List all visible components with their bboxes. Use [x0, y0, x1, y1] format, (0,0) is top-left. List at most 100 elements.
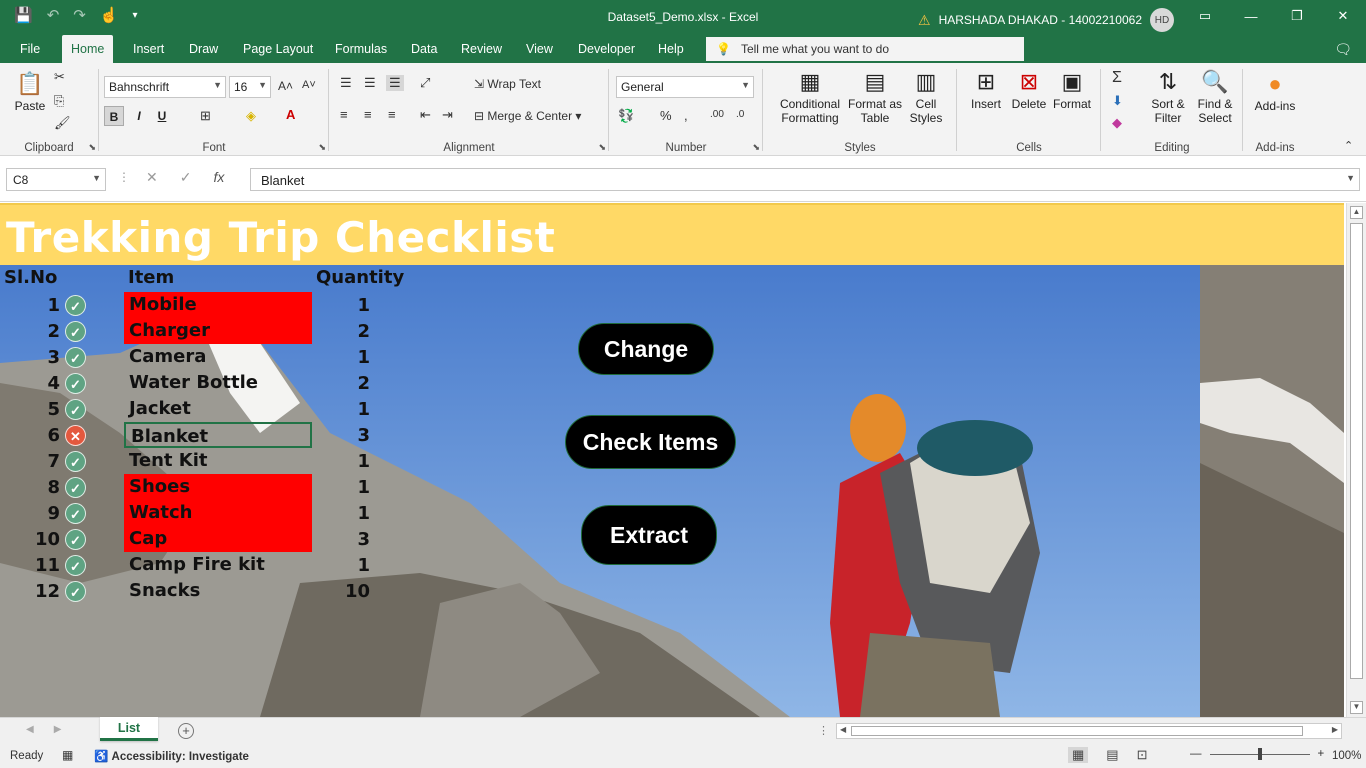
tab-view[interactable]: View	[517, 35, 562, 63]
normal-view-icon[interactable]: ▦	[1068, 747, 1089, 763]
number-format-select[interactable]: General ▼	[616, 76, 754, 98]
collapse-ribbon-icon[interactable]: ⌃	[1344, 139, 1353, 152]
delete-cells-button[interactable]: ⊠ Delete	[1008, 69, 1050, 111]
quantity-cell[interactable]: 1	[320, 477, 370, 498]
tab-developer[interactable]: Developer	[569, 35, 644, 63]
fill-icon[interactable]: ⬇	[1112, 93, 1123, 109]
increase-font-icon[interactable]: A˄	[278, 79, 293, 93]
zoom-thumb[interactable]	[1257, 747, 1262, 760]
sheet-tab-list[interactable]: List	[100, 717, 158, 741]
font-launcher-icon[interactable]: ⬊	[318, 142, 326, 153]
scroll-up-icon[interactable]: ▲	[1350, 206, 1363, 219]
add-sheet-icon[interactable]: +	[178, 723, 194, 739]
formula-input[interactable]: Blanket ▼	[250, 168, 1360, 191]
scroll-down-icon[interactable]: ▼	[1350, 701, 1363, 714]
quantity-cell[interactable]: 3	[320, 425, 370, 446]
top-align-icon[interactable]: ☰	[340, 75, 352, 91]
item-cell[interactable]: Camp Fire kit	[124, 552, 312, 578]
align-right-icon[interactable]: ≡	[388, 107, 396, 122]
bottom-align-icon[interactable]: ☰	[386, 75, 404, 91]
increase-indent-icon[interactable]: ⇥	[442, 107, 453, 123]
quantity-cell[interactable]: 2	[320, 321, 370, 342]
merge-center-button[interactable]: ⊟ Merge & Center ▾	[474, 109, 581, 123]
format-cells-button[interactable]: ▣ Format	[1050, 69, 1094, 111]
name-box[interactable]: C8 ▼	[6, 168, 106, 191]
fill-color-icon[interactable]: ◈	[246, 108, 256, 124]
sort-filter-button[interactable]: ⇅ Sort & Filter	[1146, 69, 1190, 125]
item-cell[interactable]: Tent Kit	[124, 448, 312, 474]
quantity-cell[interactable]: 2	[320, 373, 370, 394]
quantity-cell[interactable]: 1	[320, 399, 370, 420]
extract-button[interactable]: Extract	[581, 505, 717, 565]
alignment-launcher-icon[interactable]: ⬊	[598, 142, 606, 153]
prev-sheet-icon[interactable]: ◀	[26, 724, 34, 735]
increase-decimal-icon[interactable]: .00	[710, 109, 724, 120]
percent-icon[interactable]: %	[660, 108, 672, 123]
avatar[interactable]: HD	[1150, 8, 1174, 32]
quantity-cell[interactable]: 1	[320, 295, 370, 316]
insert-function-icon[interactable]: fx	[213, 169, 224, 186]
quantity-cell[interactable]: 1	[320, 347, 370, 368]
font-color-icon[interactable]: A	[286, 107, 295, 122]
quantity-cell[interactable]: 1	[320, 503, 370, 524]
quantity-cell[interactable]: 1	[320, 451, 370, 472]
horizontal-scrollbar[interactable]: ◀ ▶	[836, 723, 1342, 739]
comma-style-icon[interactable]: ,	[684, 108, 688, 123]
zoom-in-icon[interactable]: +	[1318, 748, 1325, 760]
align-left-icon[interactable]: ≡	[340, 107, 348, 122]
selected-cell-item[interactable]: Blanket	[124, 422, 312, 448]
scroll-right-icon[interactable]: ▶	[1332, 725, 1338, 734]
cut-icon[interactable]: ✂	[54, 69, 65, 85]
tab-page-layout[interactable]: Page Layout	[234, 35, 322, 63]
account[interactable]: ⚠ HARSHADA DHAKAD - 14002210062 HD	[918, 8, 1174, 32]
expand-formula-icon[interactable]: ▼	[1346, 173, 1355, 183]
vertical-scrollbar[interactable]: ▲ ▼	[1346, 203, 1366, 717]
format-as-table-button[interactable]: ▤ Format as Table	[848, 69, 902, 125]
zoom-level[interactable]: 100%	[1332, 750, 1361, 762]
comments-icon[interactable]: 🗨	[1334, 41, 1352, 58]
hscroll-thumb[interactable]	[851, 726, 1303, 736]
wrap-text-button[interactable]: ⇲ Wrap Text	[474, 77, 541, 91]
item-cell[interactable]: Camera	[124, 344, 312, 370]
minimize-button[interactable]: —	[1228, 0, 1274, 32]
scroll-thumb[interactable]	[1350, 223, 1363, 679]
decrease-font-icon[interactable]: A˅	[302, 79, 316, 91]
item-cell[interactable]: Watch	[124, 500, 312, 526]
item-cell[interactable]: Cap	[124, 526, 312, 552]
item-cell[interactable]: Mobile	[124, 292, 312, 318]
addins-button[interactable]: ● Add-ins	[1250, 71, 1300, 113]
tab-review[interactable]: Review	[452, 35, 511, 63]
autosum-icon[interactable]: Σ	[1112, 69, 1122, 87]
decrease-indent-icon[interactable]: ⇤	[420, 107, 431, 123]
restore-button[interactable]: ❐	[1274, 0, 1320, 32]
conditional-formatting-button[interactable]: ▦ Conditional Formatting	[772, 69, 848, 125]
tab-help[interactable]: Help	[649, 35, 693, 63]
cell-styles-button[interactable]: ▥ Cell Styles	[904, 69, 948, 125]
insert-cells-button[interactable]: ⊞ Insert	[966, 69, 1006, 111]
item-cell[interactable]: Shoes	[124, 474, 312, 500]
decrease-decimal-icon[interactable]: .0	[736, 109, 744, 120]
tab-home[interactable]: Home	[62, 35, 114, 64]
middle-align-icon[interactable]: ☰	[364, 75, 376, 91]
worksheet[interactable]: Trekking Trip Checklist Sl.No Item Quant…	[0, 203, 1344, 717]
accessibility-status[interactable]: ♿ Accessibility: Investigate	[94, 749, 249, 763]
clear-icon[interactable]: ◆	[1112, 115, 1122, 131]
enter-icon[interactable]: ✓	[180, 169, 192, 186]
paste-button[interactable]: 📋 Paste	[10, 71, 50, 113]
tab-insert[interactable]: Insert	[124, 35, 173, 63]
quantity-cell[interactable]: 1	[320, 555, 370, 576]
zoom-slider[interactable]: — +	[1190, 747, 1325, 760]
tab-formulas[interactable]: Formulas	[326, 35, 396, 63]
page-break-view-icon[interactable]: ⊡	[1137, 747, 1148, 763]
quantity-cell[interactable]: 3	[320, 529, 370, 550]
format-painter-icon[interactable]: 🖌	[54, 115, 71, 131]
font-name-select[interactable]: Bahnschrift ▼	[104, 76, 226, 98]
zoom-track[interactable]	[1209, 747, 1310, 760]
quantity-cell[interactable]: 10	[320, 581, 370, 602]
page-layout-view-icon[interactable]: ▤	[1106, 747, 1118, 763]
number-launcher-icon[interactable]: ⬊	[752, 142, 760, 153]
zoom-out-icon[interactable]: —	[1190, 748, 1202, 760]
tab-split-icon[interactable]: ⋮	[818, 724, 829, 737]
close-button[interactable]: ✕	[1320, 0, 1366, 32]
item-cell[interactable]: Jacket	[124, 396, 312, 422]
